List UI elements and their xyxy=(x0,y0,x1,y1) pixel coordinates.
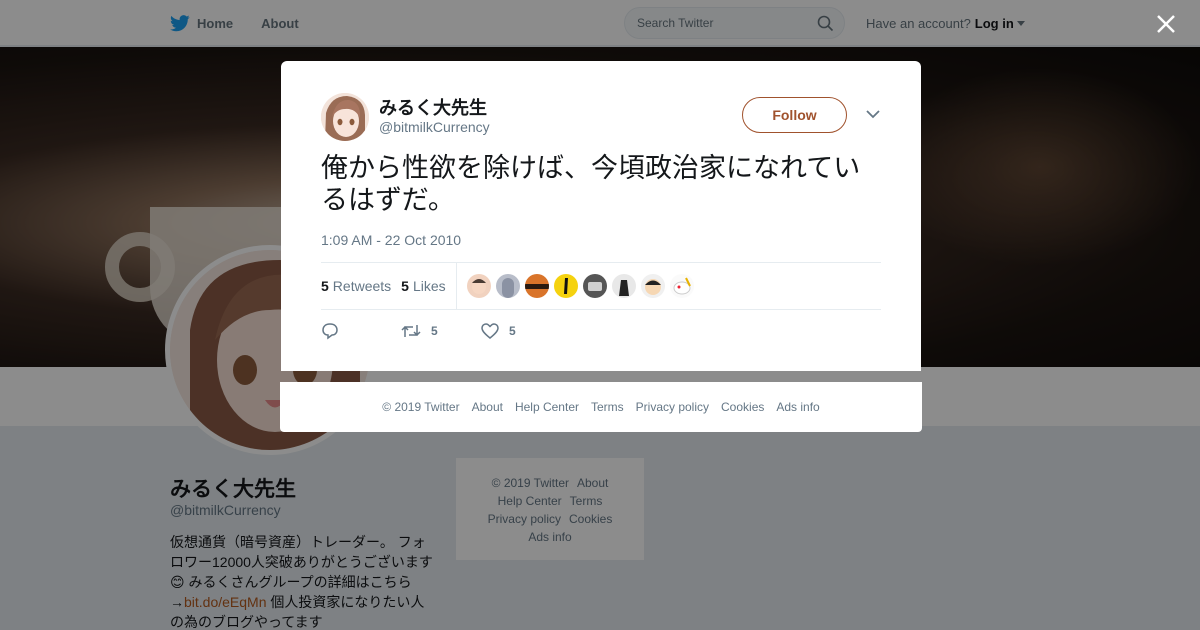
retweet-stat-label: Retweets xyxy=(332,278,392,294)
retweet-stat[interactable]: 5 Retweets xyxy=(321,278,391,294)
chevron-down-icon[interactable] xyxy=(865,109,881,119)
footer-cookies-link[interactable]: Cookies xyxy=(721,400,764,414)
liker-avatars xyxy=(466,274,699,298)
liker-avatar[interactable] xyxy=(669,274,694,298)
like-button[interactable]: 5 xyxy=(481,323,561,339)
footer-terms-link[interactable]: Terms xyxy=(591,400,624,414)
retweet-icon xyxy=(401,325,421,337)
tweet-stats: 5 Retweets 5 Likes xyxy=(321,262,881,310)
retweet-action-count: 5 xyxy=(431,324,438,338)
liker-avatar[interactable] xyxy=(553,274,578,298)
liker-avatar[interactable] xyxy=(582,274,607,298)
retweet-button[interactable]: 5 xyxy=(401,323,481,339)
modal-footer: © 2019 Twitter About Help Center Terms P… xyxy=(280,382,922,432)
retweet-count: 5 xyxy=(321,278,329,294)
liker-avatar[interactable] xyxy=(611,274,636,298)
liker-avatar[interactable] xyxy=(495,274,520,298)
reply-icon xyxy=(322,323,338,340)
liker-avatar[interactable] xyxy=(466,274,491,298)
like-count: 5 xyxy=(401,278,409,294)
tweet-text: 俺から性欲を除けば、今頃政治家になれているはずだ。 xyxy=(321,153,861,216)
close-icon[interactable] xyxy=(1155,13,1177,35)
heart-icon xyxy=(481,323,499,339)
tweet-modal: みるく大先生 @bitmilkCurrency Follow 俺から性欲を除けば… xyxy=(281,61,921,371)
liker-avatar[interactable] xyxy=(524,274,549,298)
avatar-illustration-icon xyxy=(321,93,369,141)
footer-copyright: © 2019 Twitter xyxy=(382,400,460,414)
author-avatar[interactable] xyxy=(321,93,369,141)
like-stat-label: Likes xyxy=(412,278,446,294)
follow-button[interactable]: Follow xyxy=(742,97,847,133)
like-stat[interactable]: 5 Likes xyxy=(401,278,445,294)
footer-ads-link[interactable]: Ads info xyxy=(776,400,819,414)
author-handle[interactable]: @bitmilkCurrency xyxy=(379,119,490,135)
liker-avatar[interactable] xyxy=(640,274,665,298)
tweet-actions: 5 5 xyxy=(321,321,561,341)
like-action-count: 5 xyxy=(509,324,516,338)
footer-help-link[interactable]: Help Center xyxy=(515,400,579,414)
reply-button[interactable] xyxy=(321,322,401,340)
footer-privacy-link[interactable]: Privacy policy xyxy=(636,400,709,414)
author-name[interactable]: みるく大先生 xyxy=(379,94,487,120)
tweet-timestamp[interactable]: 1:09 AM - 22 Oct 2010 xyxy=(321,232,461,248)
footer-about-link[interactable]: About xyxy=(472,400,503,414)
